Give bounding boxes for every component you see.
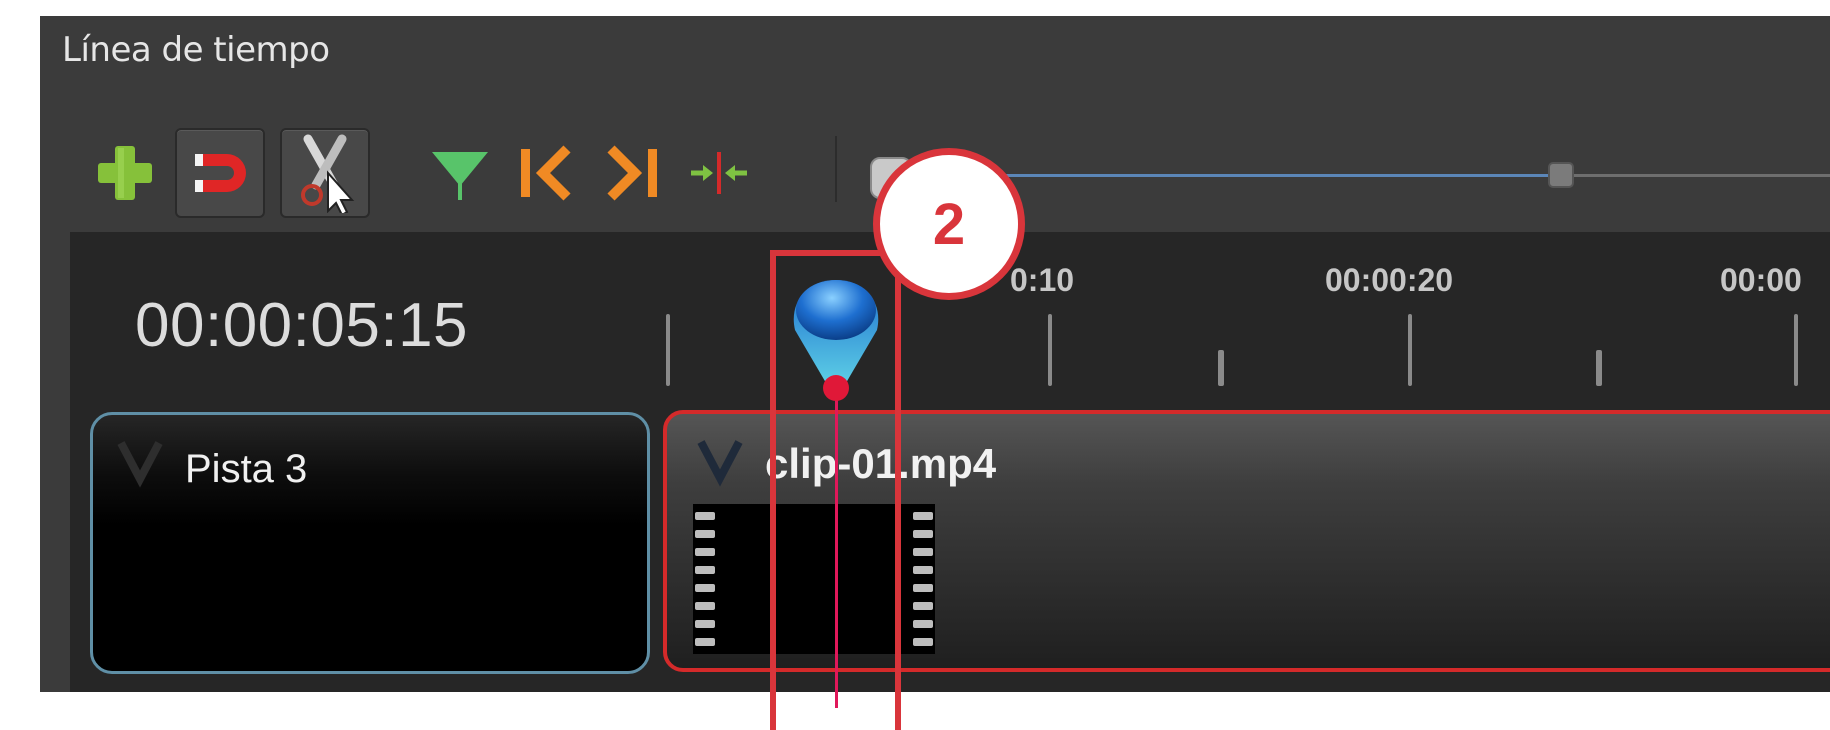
film-perforation bbox=[913, 512, 933, 520]
toolbar-separator bbox=[835, 136, 837, 202]
film-perforation bbox=[695, 620, 715, 628]
callout-number: 2 bbox=[932, 191, 966, 257]
film-perforation bbox=[913, 602, 933, 610]
film-perforation bbox=[695, 638, 715, 646]
ruler-label: 00:00 bbox=[1720, 262, 1802, 298]
track-header[interactable]: Pista 3 bbox=[90, 412, 650, 674]
ruler-tick bbox=[1794, 314, 1798, 386]
zoom-slider-track[interactable] bbox=[1566, 174, 1830, 177]
film-perforation bbox=[913, 584, 933, 592]
ruler-tick bbox=[1048, 314, 1052, 386]
film-perforation bbox=[913, 548, 933, 556]
ruler-label: 0:10 bbox=[1010, 262, 1075, 298]
callout-highlight-box bbox=[770, 250, 901, 730]
add-track-button[interactable] bbox=[80, 128, 170, 218]
film-perforation bbox=[695, 530, 715, 538]
previous-marker-button[interactable] bbox=[500, 128, 590, 218]
timeline-panel: Línea de tiempo 00:00:05:15 0:10 00:00:2… bbox=[40, 16, 1830, 692]
scissors-icon bbox=[301, 134, 355, 213]
panel-title: Línea de tiempo bbox=[62, 30, 330, 70]
jump-end-icon bbox=[607, 145, 657, 201]
film-perforation bbox=[695, 566, 715, 574]
ruler-label: 00:00:20 bbox=[1325, 262, 1454, 298]
center-playhead-button[interactable] bbox=[674, 128, 764, 218]
current-timecode: 00:00:05:15 bbox=[135, 291, 469, 360]
film-perforation bbox=[695, 602, 715, 610]
ruler-tick bbox=[1596, 350, 1602, 386]
magnet-icon bbox=[195, 154, 246, 192]
chevron-down-icon[interactable] bbox=[695, 432, 745, 488]
add-marker-button[interactable] bbox=[415, 128, 505, 218]
film-perforation bbox=[695, 548, 715, 556]
razor-toggle[interactable] bbox=[280, 128, 370, 218]
chevron-down-icon[interactable] bbox=[115, 433, 165, 489]
track-name: Pista 3 bbox=[185, 447, 308, 491]
film-perforation bbox=[695, 512, 715, 520]
next-marker-button[interactable] bbox=[588, 128, 678, 218]
film-perforation bbox=[695, 584, 715, 592]
marker-triangle-icon bbox=[432, 152, 488, 200]
zoom-slider-range[interactable] bbox=[935, 174, 1557, 177]
film-perforation bbox=[913, 530, 933, 538]
ruler-tick bbox=[1218, 350, 1224, 386]
timeline-area[interactable]: 00:00:05:15 0:10 00:00:20 00:00 Pista 3 … bbox=[70, 232, 1830, 692]
film-perforation bbox=[913, 566, 933, 574]
center-arrows-icon bbox=[691, 152, 747, 194]
zoom-slider-end-handle[interactable] bbox=[1548, 162, 1574, 188]
ruler-tick bbox=[666, 314, 670, 386]
film-perforation bbox=[913, 638, 933, 646]
jump-start-icon bbox=[521, 145, 571, 201]
callout-badge: 2 bbox=[873, 148, 1025, 300]
plus-icon bbox=[98, 146, 152, 200]
ruler-tick bbox=[1408, 314, 1412, 386]
snapping-toggle[interactable] bbox=[175, 128, 265, 218]
film-perforation bbox=[913, 620, 933, 628]
